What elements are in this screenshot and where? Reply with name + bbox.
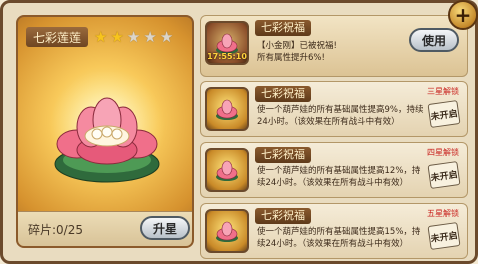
lotus-icon: [216, 160, 238, 181]
star-icon: ★: [126, 28, 141, 46]
close-button[interactable]: +: [448, 0, 478, 30]
star-icon: ★: [110, 28, 124, 46]
not-open-stamp: 未开启: [427, 100, 461, 128]
blessing-thumbnail: 17:55:10: [205, 21, 249, 65]
card-title: 七彩祝福: [255, 208, 311, 224]
blessing-list: 17:55:10 七彩祝福 【小金刚】已被祝福! 所有属性提升6%! 使用 七彩…: [200, 15, 468, 259]
fragment-bar: 碎片:0/25 升星: [18, 211, 192, 246]
unlock-requirement: 五星解锁: [427, 209, 459, 218]
blessing-effect-line: 所有属性提升6%!: [257, 53, 325, 63]
blessing-thumbnail: [205, 148, 249, 192]
unlock-requirement: 四星解锁: [427, 148, 459, 157]
not-open-stamp: 未开启: [427, 222, 461, 250]
card-description: 使一个葫芦娃的所有基础属性提高9%，持续24小时。（该效果在所有战斗中有效）: [257, 105, 424, 127]
blessing-thumbnail: [205, 209, 249, 253]
use-button[interactable]: 使用: [409, 28, 459, 52]
blessing-thumbnail: [205, 87, 249, 131]
item-preview-panel: 七彩莲莲 ★ ★ ★ ★ ★ 碎片:0/25 升星: [16, 15, 194, 248]
star-icon: ★: [94, 28, 108, 46]
star-icon: ★: [159, 28, 174, 46]
card-title: 七彩祝福: [255, 147, 311, 163]
locked-blessing-card: 七彩祝福 四星解锁 使一个葫芦娃的所有基础属性提高12%，持续24小时。（该效果…: [200, 142, 468, 198]
locked-blessing-card: 七彩祝福 五星解锁 使一个葫芦娃的所有基础属性提高15%，持续24小时。（该效果…: [200, 203, 468, 259]
star-icon: ★: [143, 28, 157, 46]
locked-blessing-card: 七彩祝福 三星解锁 使一个葫芦娃的所有基础属性提高9%，持续24小时。（该效果在…: [200, 81, 468, 137]
lotus-icon: [216, 221, 238, 242]
card-description: 【小金刚】已被祝福! 所有属性提升6%!: [257, 40, 425, 64]
buff-timer: 17:55:10: [207, 52, 247, 61]
blessing-status-line: 【小金刚】已被祝福!: [257, 41, 337, 51]
item-name-tag: 七彩莲莲: [26, 27, 88, 47]
not-open-stamp: 未开启: [427, 161, 461, 189]
card-description: 使一个葫芦娃的所有基础属性提高15%，持续24小时。（该效果在所有战斗中有效）: [257, 227, 421, 249]
card-description: 使一个葫芦娃的所有基础属性提高12%，持续24小时。（该效果在所有战斗中有效）: [257, 166, 421, 188]
lotus-icon: [49, 72, 165, 185]
fragment-count: 碎片:0/25: [28, 223, 83, 237]
dialog-frame: 七彩莲莲 ★ ★ ★ ★ ★ 碎片:0/25 升星 17:55:10 七彩祝福 …: [0, 0, 478, 264]
card-title: 七彩祝福: [255, 20, 311, 36]
active-blessing-card: 17:55:10 七彩祝福 【小金刚】已被祝福! 所有属性提升6%! 使用: [200, 15, 468, 77]
lotus-icon: [216, 99, 238, 120]
unlock-requirement: 三星解锁: [427, 87, 459, 96]
upgrade-star-button[interactable]: 升星: [140, 216, 190, 240]
card-title: 七彩祝福: [255, 86, 311, 102]
star-rating: ★ ★ ★ ★ ★: [94, 27, 173, 47]
